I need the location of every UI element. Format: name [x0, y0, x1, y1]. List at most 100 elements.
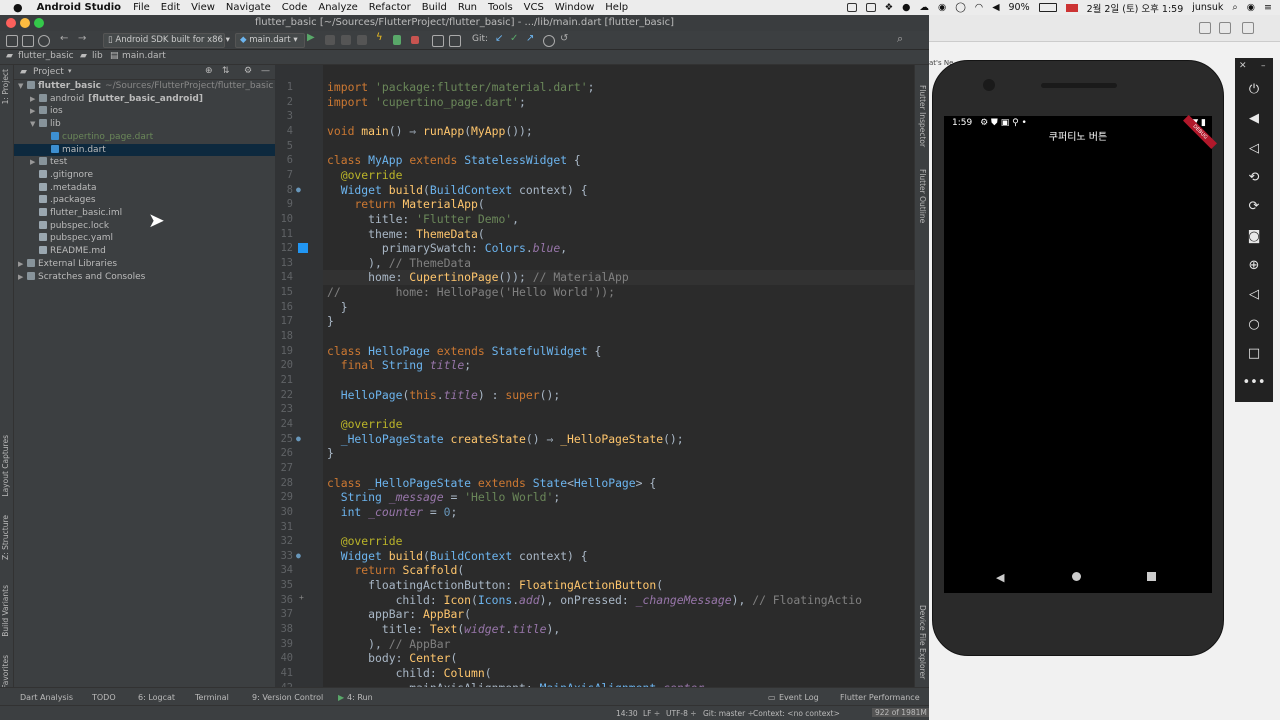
clock[interactable]: 2월 2일 (토) 오후 1:59 [1087, 1, 1184, 15]
tree-item[interactable]: cupertino_page.dart [14, 131, 275, 144]
line-number[interactable]: 41 [275, 666, 293, 681]
line-number[interactable]: 24 [275, 417, 293, 432]
more-icon[interactable]: ••• [1235, 375, 1273, 390]
line-separator[interactable]: LF ÷ [643, 709, 660, 718]
caret-position[interactable]: 14:30 [616, 709, 638, 718]
run-icon[interactable]: ▶ [307, 32, 317, 43]
override-marker-icon[interactable]: ● [296, 185, 301, 194]
line-number[interactable]: 36 [275, 593, 293, 608]
tree-item[interactable]: .gitignore [14, 169, 275, 182]
line-number[interactable]: 13 [275, 256, 293, 271]
tool-tab-device-file-explorer[interactable]: Device File Explorer [918, 605, 927, 679]
tree-item[interactable]: ▶ test [14, 156, 275, 169]
project-panel-title[interactable]: Project [33, 67, 64, 77]
breadcrumb-file[interactable]: main.dart [122, 51, 166, 61]
line-number[interactable]: 26 [275, 446, 293, 461]
tree-item[interactable]: flutter_basic.iml [14, 207, 275, 220]
tree-item[interactable]: ▶ External Libraries [14, 258, 275, 271]
run-config-selector[interactable]: ◆ main.dart ▾ [235, 33, 305, 48]
apple-icon[interactable]: ● [13, 1, 23, 14]
override-marker-icon[interactable]: ● [296, 434, 301, 443]
locate-icon[interactable]: ⊕ [205, 66, 213, 76]
code-line[interactable]: child: Icon(Icons.add), onPressed: _chan… [327, 593, 862, 608]
tool-event-log[interactable]: Event Log [779, 693, 819, 702]
back-icon[interactable]: ◀ [996, 571, 1004, 584]
menu-vcs[interactable]: VCS [524, 2, 544, 13]
line-number[interactable]: 21 [275, 373, 293, 388]
line-number[interactable]: 32 [275, 534, 293, 549]
hot-reload-icon[interactable]: ϟ [376, 32, 386, 43]
code-line[interactable]: import 'package:flutter/material.dart'; [327, 80, 601, 95]
tree-item[interactable]: ▼ lib [14, 118, 275, 131]
code-line[interactable]: title: Text(widget.title), [327, 622, 560, 637]
chevron-right-icon[interactable]: ▶ [18, 258, 27, 271]
code-line[interactable]: _HelloPageState createState() ⇒ _HelloPa… [327, 432, 684, 447]
line-number[interactable]: 22 [275, 388, 293, 403]
history-icon[interactable] [543, 35, 555, 47]
line-number[interactable]: 33 [275, 549, 293, 564]
rotate-right-icon[interactable]: ⟳ [1235, 199, 1273, 214]
chevron-down-icon[interactable]: ▼ [18, 80, 27, 93]
tab-icon[interactable] [1219, 22, 1231, 34]
line-number[interactable]: 37 [275, 607, 293, 622]
line-number[interactable]: 2 [275, 95, 293, 110]
tree-item[interactable]: ▶ Scratches and Consoles [14, 271, 275, 284]
save-icon[interactable] [22, 35, 34, 47]
git-push-icon[interactable]: ↗ [526, 33, 536, 44]
override-marker-icon[interactable]: ● [296, 551, 301, 560]
code-line[interactable]: primarySwatch: Colors.blue, [327, 241, 567, 256]
line-number[interactable]: 8 [275, 183, 293, 198]
line-number[interactable]: 7 [275, 168, 293, 183]
code-line[interactable]: body: Center( [327, 651, 457, 666]
line-number[interactable]: 38 [275, 622, 293, 637]
gear-icon[interactable]: ⚙ [244, 66, 252, 76]
line-number[interactable]: 30 [275, 505, 293, 520]
tool-logcat[interactable]: 6: Logcat [138, 693, 175, 702]
code-line[interactable]: } [327, 446, 334, 461]
tree-item[interactable]: main.dart [14, 143, 275, 157]
tree-item[interactable]: ▶ ios [14, 105, 275, 118]
line-number[interactable]: 3 [275, 109, 293, 124]
tool-tab-layout-captures[interactable]: Layout Captures [1, 435, 10, 497]
tree-item[interactable]: pubspec.lock [14, 220, 275, 233]
code-line[interactable]: String _message = 'Hello World'; [327, 490, 560, 505]
status-icon[interactable] [865, 3, 876, 12]
tool-terminal[interactable]: Terminal [195, 693, 229, 702]
line-number[interactable]: 29 [275, 490, 293, 505]
line-number[interactable]: 23 [275, 402, 293, 417]
input-source-icon[interactable] [1065, 3, 1078, 12]
code-line[interactable]: Widget build(BuildContext context) { [327, 549, 588, 564]
volume-down-icon[interactable]: ◁ [1235, 141, 1273, 156]
line-number[interactable]: 19 [275, 344, 293, 359]
tree-item[interactable]: pubspec.yaml [14, 232, 275, 245]
app-menu-name[interactable]: Android Studio [37, 2, 121, 13]
chevron-down-icon[interactable]: ▾ [68, 67, 72, 75]
status-icon[interactable]: ● [902, 2, 910, 13]
line-number[interactable]: 18 [275, 329, 293, 344]
code-line[interactable]: appBar: AppBar( [327, 607, 471, 622]
tab-icon[interactable] [1242, 22, 1254, 34]
chevron-right-icon[interactable]: ▶ [30, 93, 39, 106]
volume-icon[interactable]: ◀ [992, 2, 999, 13]
rotate-left-icon[interactable]: ⟲ [1235, 170, 1273, 185]
fold-plus-icon[interactable]: + [299, 593, 304, 602]
line-number[interactable]: 39 [275, 637, 293, 652]
volume-up-icon[interactable]: ◀ [1235, 111, 1273, 126]
tree-item[interactable]: README.md [14, 245, 275, 258]
debug-icon[interactable] [325, 35, 335, 45]
code-line[interactable]: return Scaffold( [327, 563, 464, 578]
tree-item[interactable]: .packages [14, 194, 275, 207]
code-line[interactable]: final String title; [327, 358, 471, 373]
code-line[interactable]: int _counter = 0; [327, 505, 458, 520]
wifi-icon[interactable]: ◠ [975, 2, 983, 13]
code-line[interactable]: class MyApp extends StatelessWidget { [327, 153, 581, 168]
code-line[interactable]: } [327, 314, 334, 329]
file-encoding[interactable]: UTF-8 ÷ [666, 709, 697, 718]
code-line[interactable]: class _HelloPageState extends State<Hell… [327, 476, 656, 491]
line-number[interactable]: 10 [275, 212, 293, 227]
attach-icon[interactable] [357, 35, 367, 45]
tool-tab-flutter-outline[interactable]: Flutter Outline [918, 169, 927, 223]
line-number[interactable]: 14 [275, 270, 293, 285]
back-arrow-icon[interactable]: ← [60, 33, 70, 44]
hot-restart-icon[interactable] [393, 35, 401, 45]
